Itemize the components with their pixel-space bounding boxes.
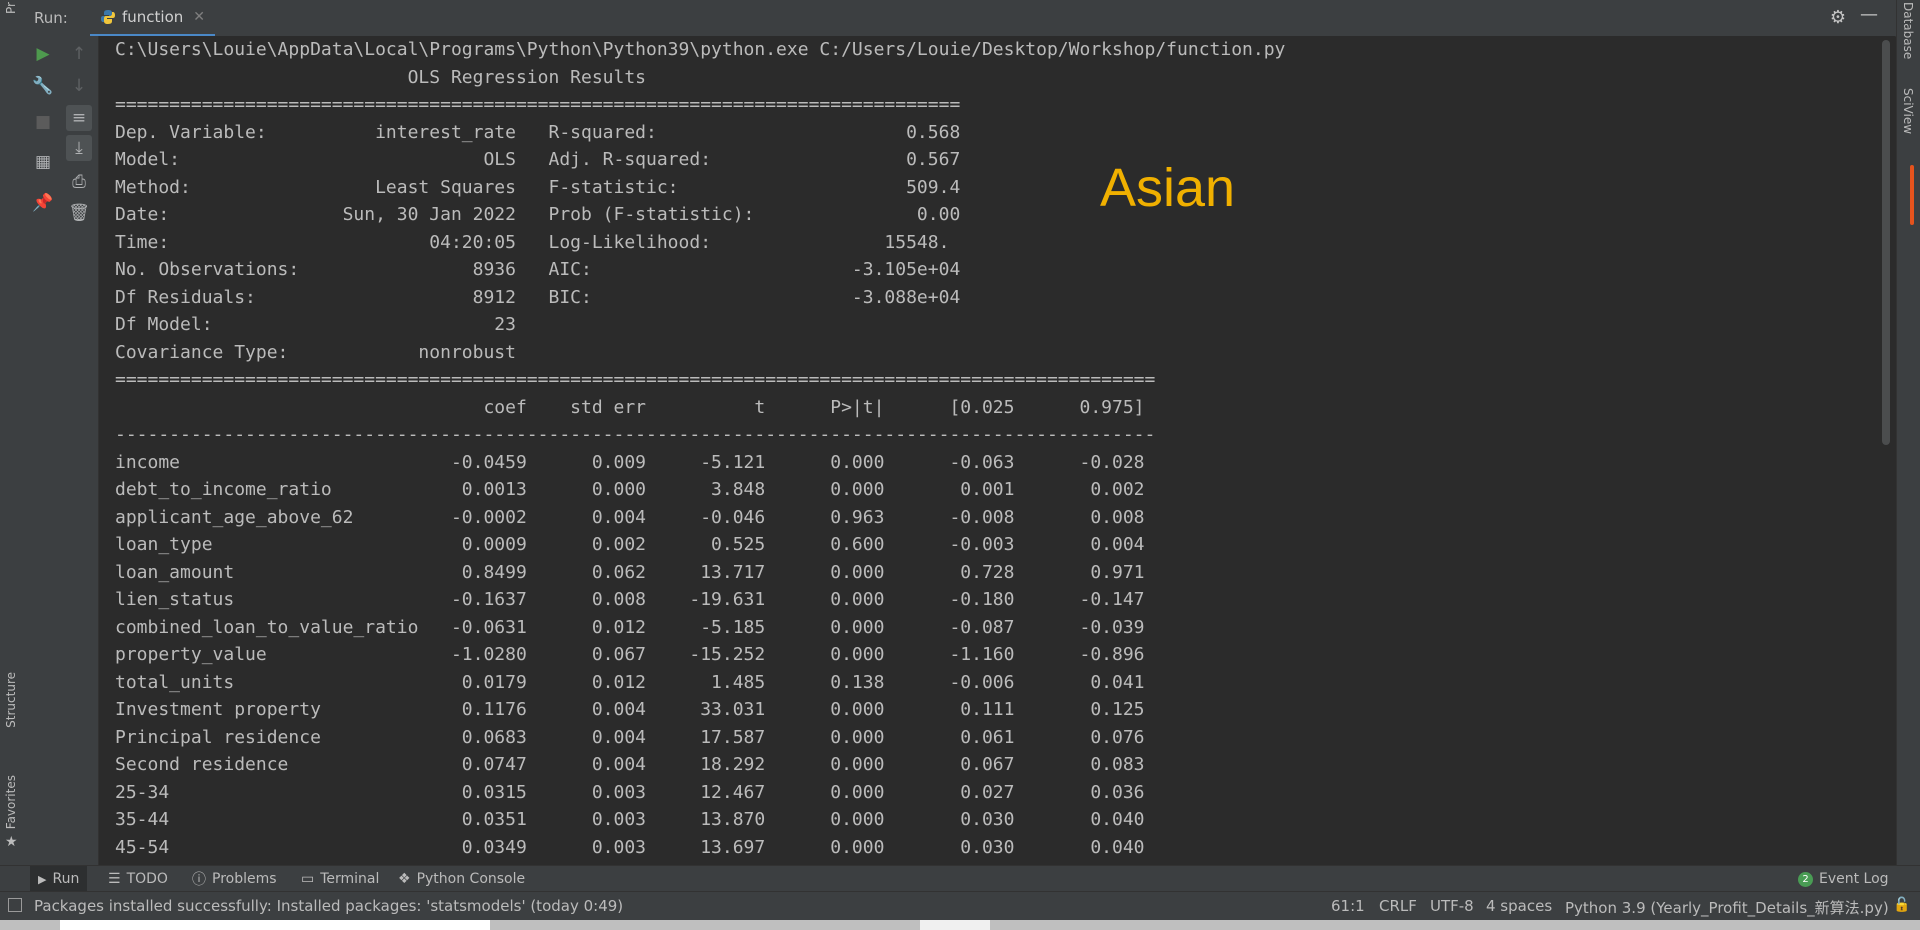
tool-window-bar: ▶ Run ☰ TODO ⓘ Problems ▭ Terminal ❖ Pyt… — [0, 865, 1920, 892]
tab-event-log-label: Event Log — [1819, 871, 1889, 887]
python-file-icon — [101, 10, 115, 24]
console-line: ========================================… — [115, 94, 961, 115]
stop-icon[interactable]: ■ — [30, 109, 56, 135]
console-line: Time: 04:20:05 Log-Likelihood: 15548. — [115, 231, 950, 253]
python-interpreter[interactable]: Python 3.9 (Yearly_Profit_Details_新算法.py… — [1565, 897, 1889, 918]
run-small-icon: ▶ — [38, 872, 47, 886]
lock-icon[interactable]: 🔓 — [1893, 897, 1910, 913]
python-console-icon: ❖ — [398, 871, 411, 887]
run-panel-title: Run: — [34, 9, 68, 27]
run-icon[interactable]: ▶ — [30, 41, 56, 67]
console-scroll-thumb[interactable] — [1882, 40, 1890, 445]
down-arrow-icon[interactable]: ↓ — [66, 73, 92, 99]
taskbar-window-1 — [60, 920, 490, 930]
todo-icon: ☰ — [108, 871, 121, 887]
console-output[interactable]: C:\Users\Louie\AppData\Local\Programs\Py… — [99, 36, 1879, 865]
terminal-icon: ▭ — [301, 871, 315, 887]
status-message[interactable]: Packages installed successfully: Install… — [34, 897, 623, 915]
console-line: total_units 0.0179 0.012 1.485 0.138 -0.… — [115, 671, 1145, 693]
console-line: 25-34 0.0315 0.003 12.467 0.000 0.027 0.… — [115, 781, 1145, 803]
console-line: Investment property 0.1176 0.004 33.031 … — [115, 699, 1145, 720]
problems-icon: ⓘ — [192, 872, 206, 888]
structure-tool-label[interactable]: Structure — [4, 672, 18, 728]
sciview-tool-label[interactable]: SciView — [1901, 88, 1915, 134]
console-line: lien_status -0.1637 0.008 -19.631 0.000 … — [115, 589, 1145, 610]
console-line: income -0.0459 0.009 -5.121 0.000 -0.063… — [115, 451, 1145, 473]
scroll-to-end-icon[interactable]: ⤓ — [66, 135, 92, 161]
tab-problems[interactable]: ⓘ Problems — [184, 866, 285, 892]
console-line: combined_loan_to_value_ratio -0.0631 0.0… — [115, 616, 1145, 638]
tab-run-label: Run — [52, 871, 80, 887]
status-bar: Packages installed successfully: Install… — [0, 891, 1920, 920]
run-panel-header: Run: function ✕ ⚙ — — [24, 0, 1896, 37]
console-command-line: C:\Users\Louie\AppData\Local\Programs\Py… — [115, 39, 1286, 60]
console-line: OLS Regression Results — [115, 66, 647, 88]
left-tool-strip: Pr Structure Favorites ★ — [0, 0, 25, 890]
trash-icon[interactable]: 🗑 — [66, 200, 92, 226]
console-line: coef std err t P>|t| [0.025 0.975] — [115, 396, 1145, 418]
tab-function[interactable]: function ✕ — [90, 0, 216, 37]
console-line: 45-54 0.0349 0.003 13.697 0.000 0.030 0.… — [115, 836, 1145, 858]
console-line: property_value -1.0280 0.067 -15.252 0.0… — [115, 644, 1145, 665]
caret-position[interactable]: 61:1 — [1331, 897, 1365, 915]
favorites-tool-label[interactable]: Favorites — [4, 775, 18, 829]
taskbar-window-2 — [920, 920, 990, 930]
tab-run[interactable]: ▶ Run — [30, 866, 88, 892]
favorites-star-icon: ★ — [5, 834, 18, 850]
print-icon[interactable]: ⎙ — [66, 169, 92, 195]
wrench-icon[interactable]: 🔧 — [30, 73, 56, 99]
console-line: Dep. Variable: interest_rate R-squared: … — [115, 121, 961, 143]
console-line: Df Model: 23 — [115, 314, 516, 335]
event-log-badge: 2 — [1798, 871, 1813, 887]
tab-python-console-label: Python Console — [416, 871, 526, 887]
tab-python-console[interactable]: ❖ Python Console — [390, 866, 533, 892]
console-line: 35-44 0.0351 0.003 13.870 0.000 0.030 0.… — [115, 809, 1145, 830]
tool-windows-toggle-icon[interactable] — [8, 898, 22, 912]
annotation-text: Asian — [1100, 158, 1236, 218]
console-line: loan_amount 0.8499 0.062 13.717 0.000 0.… — [115, 561, 1145, 583]
console-line: Df Residuals: 8912 BIC: -3.088e+04 — [115, 286, 961, 308]
line-separator[interactable]: CRLF — [1379, 897, 1417, 915]
soft-wrap-icon[interactable]: ≡ — [66, 105, 92, 131]
right-tool-strip: Database SciView — [1896, 0, 1920, 890]
console-line: loan_type 0.0009 0.002 0.525 0.600 -0.00… — [115, 534, 1145, 555]
layout-icon[interactable]: ▦ — [30, 149, 56, 175]
console-line: Principal residence 0.0683 0.004 17.587 … — [115, 726, 1145, 748]
error-stripe-marker — [1910, 165, 1914, 225]
project-tool-label[interactable]: Pr — [4, 2, 18, 14]
tab-todo-label: TODO — [126, 871, 168, 887]
tab-function-label: function — [122, 8, 184, 26]
tab-todo[interactable]: ☰ TODO — [100, 866, 176, 892]
pin-icon[interactable]: 📌 — [30, 190, 56, 216]
console-line: debt_to_income_ratio 0.0013 0.000 3.848 … — [115, 479, 1145, 500]
tab-terminal-label: Terminal — [320, 871, 380, 887]
minimize-icon[interactable]: — — [1860, 4, 1878, 25]
gear-icon[interactable]: ⚙ — [1830, 7, 1846, 28]
run-toolbar-secondary: ↑ ↓ ≡ ⤓ ⎙ 🗑 — [60, 36, 99, 865]
tab-event-log[interactable]: 2 Event Log — [1790, 866, 1897, 892]
console-line: Covariance Type: nonrobust — [115, 341, 516, 363]
console-line: Second residence 0.0747 0.004 18.292 0.0… — [115, 754, 1145, 775]
up-arrow-icon[interactable]: ↑ — [66, 41, 92, 67]
taskbar-edge — [0, 920, 1920, 930]
tab-problems-label: Problems — [212, 871, 277, 887]
run-toolbar-primary: ▶ 🔧 ■ ▦ 📌 — [24, 36, 60, 865]
indent-setting[interactable]: 4 spaces — [1486, 897, 1552, 915]
tab-terminal[interactable]: ▭ Terminal — [293, 866, 387, 892]
console-line: ----------------------------------------… — [115, 424, 1156, 445]
console-line: ========================================… — [115, 369, 1156, 390]
console-line: applicant_age_above_62 -0.0002 0.004 -0.… — [115, 506, 1145, 528]
file-encoding[interactable]: UTF-8 — [1430, 897, 1474, 915]
close-tab-icon[interactable]: ✕ — [193, 9, 205, 25]
database-tool-label[interactable]: Database — [1901, 2, 1915, 59]
console-line: No. Observations: 8936 AIC: -3.105e+04 — [115, 259, 961, 280]
